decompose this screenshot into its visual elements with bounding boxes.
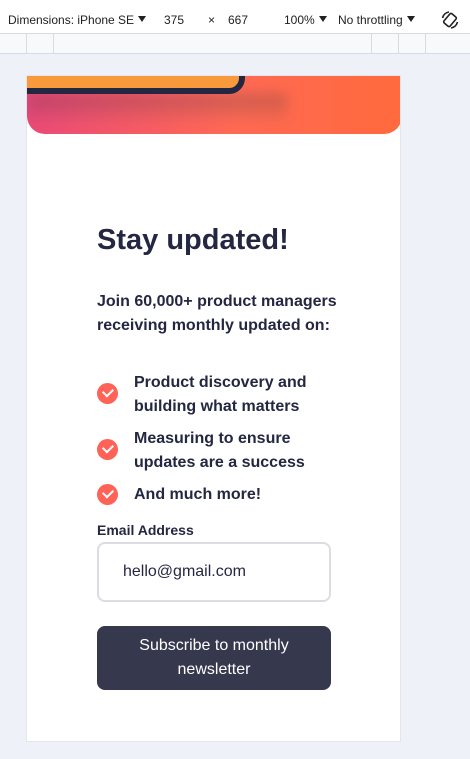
chevron-down-icon xyxy=(138,16,147,22)
device-label: Dimensions: iPhone SE xyxy=(8,13,135,27)
email-field[interactable] xyxy=(97,542,331,602)
media-query-bar xyxy=(0,34,470,54)
ruler-segment[interactable] xyxy=(399,34,426,54)
hero-shape xyxy=(27,76,245,94)
throttling-select[interactable]: No throttling xyxy=(338,13,415,27)
devtools-toolbar: Dimensions: iPhone SE 375 × 667 100% No … xyxy=(0,0,470,34)
height-field[interactable]: 667 xyxy=(228,13,248,27)
zoom-label: 100% xyxy=(284,13,315,27)
ruler-segment[interactable] xyxy=(0,34,27,54)
ruler-segment[interactable] xyxy=(27,34,54,54)
device-select[interactable]: Dimensions: iPhone SE xyxy=(8,13,147,27)
check-icon xyxy=(97,484,118,505)
dimension-separator: × xyxy=(208,13,216,27)
chevron-down-icon xyxy=(318,16,327,22)
rotate-icon[interactable] xyxy=(440,10,460,30)
throttling-label: No throttling xyxy=(338,13,403,27)
subscribe-button[interactable]: Subscribe to monthly newsletter xyxy=(97,626,331,690)
zoom-select[interactable]: 100% xyxy=(284,13,327,27)
page-title: Stay updated! xyxy=(97,224,289,256)
feature-text: Measuring to ensure updates are a succes… xyxy=(134,430,305,471)
ruler-segment[interactable] xyxy=(372,34,399,54)
check-icon xyxy=(97,439,118,460)
hero-shadow xyxy=(27,94,287,124)
email-label: Email Address xyxy=(97,522,194,538)
width-field[interactable]: 375 xyxy=(164,13,184,27)
device-viewport: Stay updated! Join 60,000+ product manag… xyxy=(26,75,401,742)
check-icon xyxy=(97,383,118,404)
hero-illustration xyxy=(27,76,400,134)
ruler-segment[interactable] xyxy=(54,34,372,54)
intro-text: Join 60,000+ product managers receiving … xyxy=(97,293,337,334)
feature-text: Product discovery and building what matt… xyxy=(134,374,307,415)
chevron-down-icon xyxy=(406,16,415,22)
feature-text: And much more! xyxy=(134,486,262,503)
